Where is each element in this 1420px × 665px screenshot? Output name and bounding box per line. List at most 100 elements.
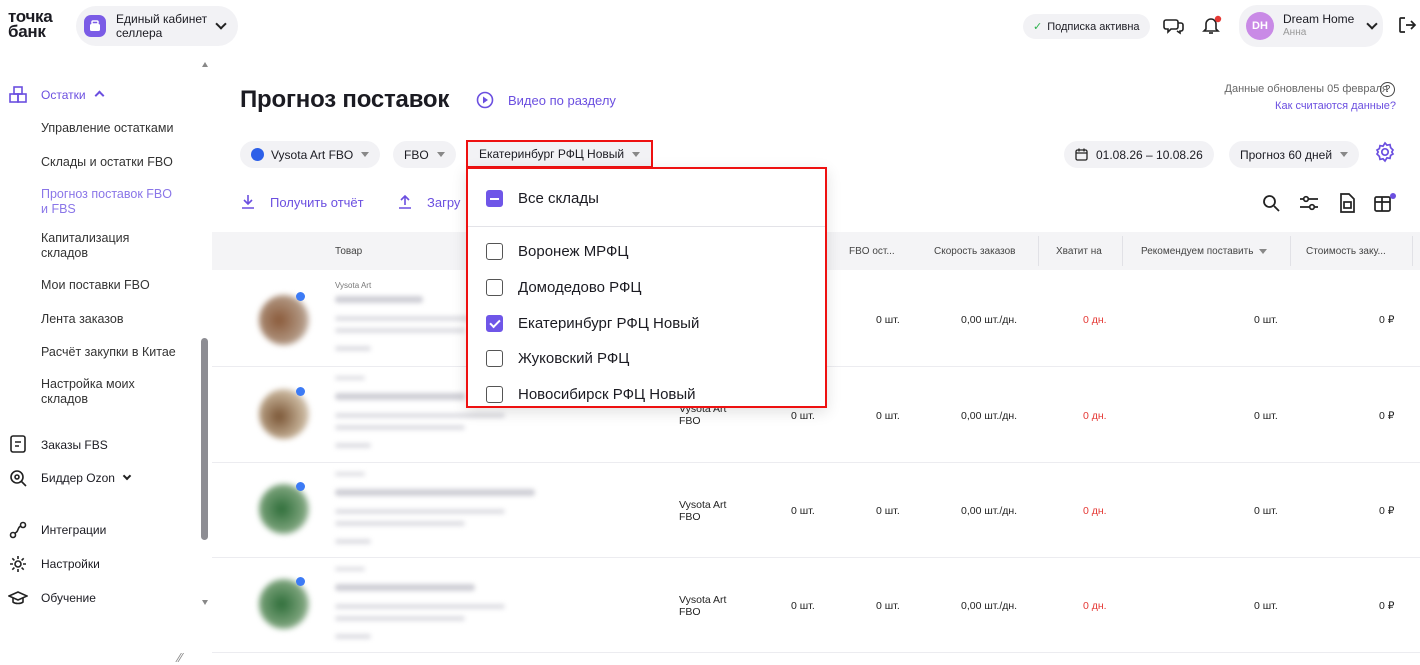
warehouse-dropdown: Все склады Воронеж МРФЦ Домодедово РФЦ Е…	[466, 167, 827, 408]
brand-logo[interactable]: точка банк	[8, 8, 53, 40]
option-ekaterinburg[interactable]: Екатеринбург РФЦ Новый	[486, 315, 699, 332]
sidebar-item-china-calc[interactable]: Расчёт закупки в Китае	[41, 345, 176, 360]
sidebar-item-supply-forecast[interactable]: Прогноз поставок FBO и FBS	[41, 187, 181, 217]
store-filter-label: Vysota Art FBO	[271, 147, 354, 162]
store-filter[interactable]: Vysota Art FBO	[240, 141, 381, 168]
column-purchase-cost[interactable]: Стоимость заку...	[1306, 246, 1386, 257]
upload-icon	[399, 194, 411, 209]
export-excel-icon[interactable]	[1338, 193, 1356, 218]
sidebar-section-stock[interactable]: Остатки	[41, 88, 105, 102]
sidebar-item-orders-feed[interactable]: Лента заказов	[41, 312, 124, 327]
cell-store: Vysota Art FBO	[679, 594, 727, 618]
sidebar-scrollbar[interactable]	[201, 338, 208, 540]
checkbox[interactable]	[486, 243, 503, 260]
warehouse-filter[interactable]: Екатеринбург РФЦ Новый	[466, 140, 654, 168]
column-order-speed[interactable]: Скорость заказов	[934, 246, 1016, 257]
sidebar: Остатки Управление остатками Склады и ос…	[0, 52, 212, 665]
avatar: DH	[1246, 12, 1274, 40]
option-zhukovsky[interactable]: Жуковский РФЦ	[486, 350, 629, 367]
subscription-badge[interactable]: ✓ Подписка активна	[1023, 14, 1150, 39]
user-name: Dream Home	[1283, 12, 1355, 26]
upload-label: Загру	[427, 194, 461, 210]
product-meta-blurred	[335, 443, 371, 448]
column-recommend[interactable]: Рекомендуем поставить	[1141, 246, 1268, 257]
settings-gear-icon[interactable]	[1374, 141, 1396, 163]
product-image	[259, 389, 309, 439]
option-all-warehouses[interactable]: Все склады	[486, 190, 599, 207]
cell-cost: 0 ₽	[1379, 600, 1395, 612]
sidebar-item-warehouse-settings[interactable]: Настройка моих складов	[41, 377, 161, 407]
dropdown-divider	[468, 226, 825, 227]
product-meta-blurred	[335, 616, 465, 621]
product-image	[259, 579, 309, 629]
cell-fbs: 0 шт.	[791, 505, 815, 517]
table-columns-icon[interactable]	[1373, 192, 1397, 219]
status-dot	[296, 292, 305, 301]
caret-down-icon	[1259, 249, 1268, 254]
option-domodedovo[interactable]: Домодедово РФЦ	[486, 279, 642, 296]
cabinet-line1: Единый кабинет	[116, 12, 208, 26]
cell-fbs: 0 шт.	[791, 410, 815, 422]
sidebar-item-fbs-orders[interactable]: Заказы FBS	[41, 438, 108, 452]
sidebar-item-learning[interactable]: Обучение	[41, 591, 96, 605]
logout-icon[interactable]	[1397, 15, 1417, 35]
column-fbo-stock[interactable]: FBO ост...	[849, 246, 895, 257]
scroll-up-arrow[interactable]	[202, 62, 208, 67]
upload-button[interactable]: Загру	[397, 194, 460, 210]
cell-cost: 0 ₽	[1379, 505, 1395, 517]
cell-enough: 0 дн.	[1083, 600, 1107, 612]
how-calculated-link[interactable]: Как считаются данные?	[1275, 100, 1396, 112]
status-dot	[296, 387, 305, 396]
user-menu[interactable]: DH Dream Home Анна	[1239, 5, 1383, 47]
check-icon: ✓	[1033, 21, 1043, 33]
collapse-sidebar-icon[interactable]: ⁄⁄	[178, 650, 182, 665]
checkbox-checked[interactable]	[486, 315, 503, 332]
chat-icon[interactable]	[1163, 16, 1185, 36]
get-report-button[interactable]: Получить отчёт	[240, 194, 364, 210]
data-updated: Данные обновлены 05 февраля	[1225, 83, 1389, 95]
product-meta-blurred	[335, 346, 371, 351]
filter-sliders-icon[interactable]	[1299, 194, 1319, 217]
product-meta-blurred	[335, 509, 505, 514]
bell-icon[interactable]	[1201, 14, 1223, 36]
cabinet-switcher[interactable]: Единый кабинет селлера	[76, 6, 238, 46]
search-icon[interactable]	[1262, 194, 1280, 217]
date-range-filter[interactable]: 01.08.26 – 10.08.26	[1064, 141, 1214, 168]
cabinet-icon	[84, 15, 106, 37]
scroll-down-arrow[interactable]	[202, 600, 208, 605]
sidebar-item-fbo-warehouses[interactable]: Склады и остатки FBO	[41, 155, 173, 170]
checkbox[interactable]	[486, 386, 503, 403]
option-label: Домодедово РФЦ	[518, 279, 642, 296]
download-icon	[242, 195, 254, 209]
get-report-label: Получить отчёт	[270, 194, 364, 210]
checkbox[interactable]	[486, 279, 503, 296]
forecast-filter[interactable]: Прогноз 60 дней	[1229, 141, 1360, 168]
sidebar-item-bidder[interactable]: Биддер Ozon	[41, 471, 132, 485]
cell-cost: 0 ₽	[1379, 314, 1395, 326]
video-link[interactable]: Видео по разделу	[476, 91, 616, 109]
help-icon[interactable]: ?	[1380, 82, 1395, 97]
video-link-label: Видео по разделу	[508, 92, 616, 108]
column-product[interactable]: Товар	[335, 246, 362, 257]
sidebar-item-capitalization[interactable]: Капитализация складов	[41, 231, 161, 261]
product-name-blurred	[335, 489, 535, 496]
caret-down-icon	[632, 151, 641, 157]
sidebar-item-my-supplies[interactable]: Мои поставки FBO	[41, 278, 150, 293]
column-enough-for[interactable]: Хватит на	[1056, 246, 1102, 257]
checkbox[interactable]	[486, 350, 503, 367]
option-novosibirsk[interactable]: Новосибирск РФЦ Новый	[486, 386, 696, 403]
caret-down-icon	[361, 152, 370, 157]
product-image	[259, 295, 309, 345]
chevron-down-icon	[1366, 18, 1379, 30]
option-voronezh[interactable]: Воронеж МРФЦ	[486, 243, 629, 260]
cell-fbs: 0 шт.	[791, 600, 815, 612]
cell-enough: 0 дн.	[1083, 410, 1107, 422]
sidebar-item-stock-management[interactable]: Управление остатками	[41, 121, 173, 136]
cell-speed: 0,00 шт./дн.	[961, 600, 1018, 612]
checkbox-indeterminate[interactable]	[486, 190, 503, 207]
scheme-filter[interactable]: FBO	[393, 141, 456, 168]
sidebar-item-integrations[interactable]: Интеграции	[41, 523, 106, 537]
column-recommend-label: Рекомендуем поставить	[1141, 246, 1254, 257]
caret-down-icon	[436, 152, 445, 157]
sidebar-item-settings[interactable]: Настройки	[41, 557, 100, 571]
